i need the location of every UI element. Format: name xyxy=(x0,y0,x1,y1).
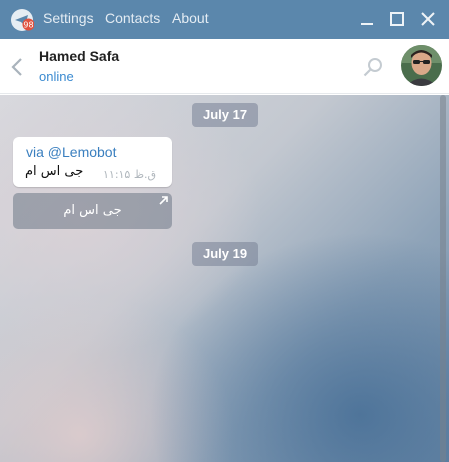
message-time: ۱۱:۱۵ ق.ظ xyxy=(103,168,157,181)
inline-button-label: جی اس ام xyxy=(63,203,122,218)
unread-badge: 98 xyxy=(23,21,33,30)
chat-area[interactable]: July 17 via @Lemobot جی اس ام ۱۱:۱۵ ق.ظ … xyxy=(0,95,449,462)
close-icon[interactable] xyxy=(419,10,437,28)
peer-name[interactable]: Hamed Safa xyxy=(39,48,119,64)
chat-header: Hamed Safa online xyxy=(0,39,449,94)
avatar[interactable] xyxy=(401,45,442,86)
date-separator: July 17 xyxy=(192,103,259,127)
search-icon[interactable] xyxy=(361,55,385,79)
telegram-logo-icon[interactable]: 98 xyxy=(10,8,34,32)
menu-about[interactable]: About xyxy=(172,10,209,26)
back-arrow-icon[interactable] xyxy=(8,56,28,78)
maximize-icon[interactable] xyxy=(388,10,406,28)
inline-keyboard-button[interactable]: جی اس ام xyxy=(13,193,172,229)
menu-settings[interactable]: Settings xyxy=(43,10,94,26)
minimize-icon[interactable] xyxy=(358,10,376,28)
switch-inline-arrow-icon xyxy=(159,196,168,205)
menu-contacts[interactable]: Contacts xyxy=(105,10,160,26)
title-bar: 98 Settings Contacts About xyxy=(0,0,449,39)
via-bot-link[interactable]: via @Lemobot xyxy=(26,144,116,160)
peer-status: online xyxy=(39,69,74,84)
message-text: جی اس ام xyxy=(25,164,84,179)
message-bubble[interactable]: via @Lemobot جی اس ام ۱۱:۱۵ ق.ظ xyxy=(13,137,172,187)
date-separator: July 19 xyxy=(192,242,259,266)
chat-scrollbar[interactable] xyxy=(440,95,446,462)
